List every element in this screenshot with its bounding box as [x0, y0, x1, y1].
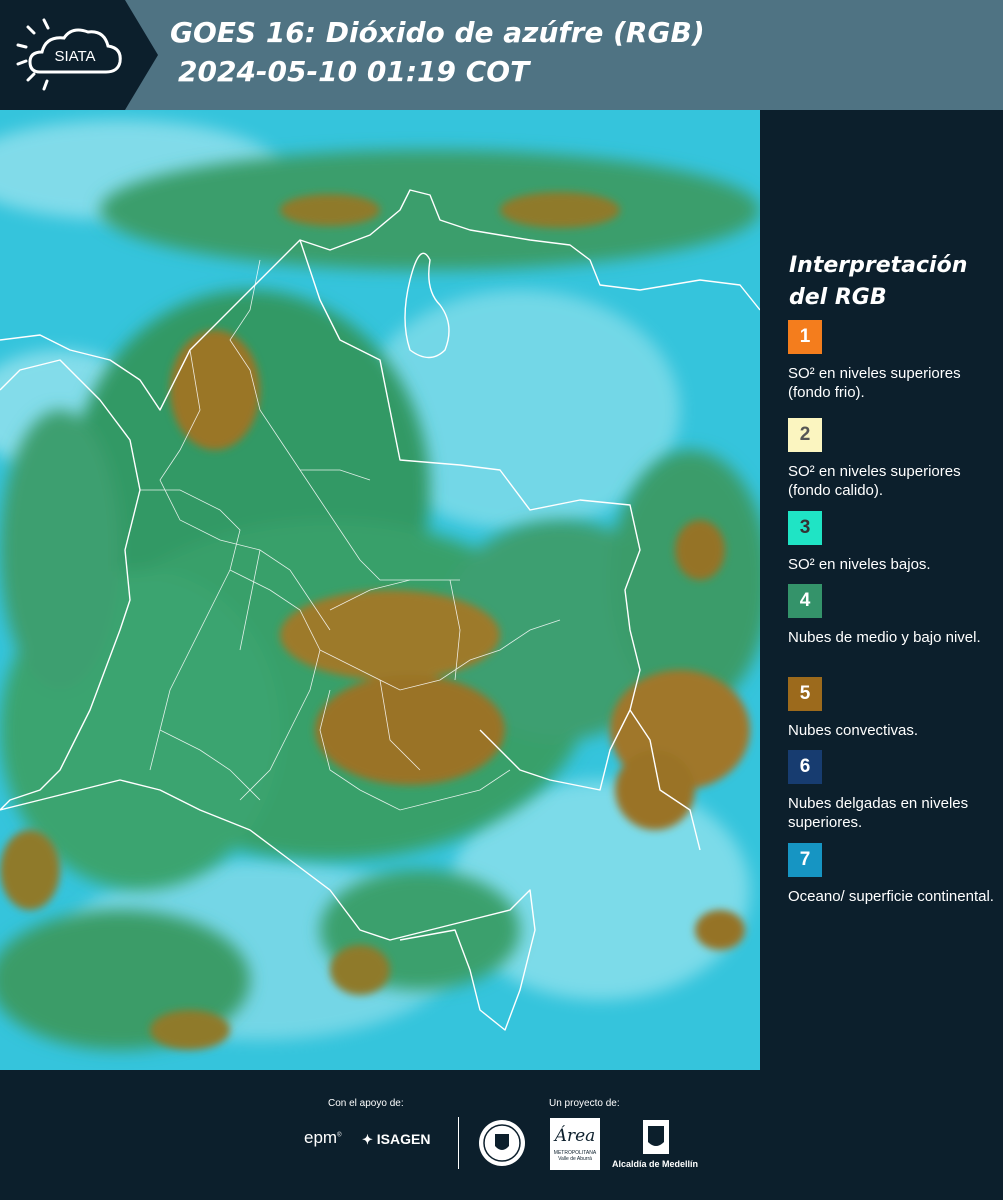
legend-text-4: Nubes de medio y bajo nivel.: [788, 629, 981, 646]
legend-swatch-3: 3: [788, 511, 822, 545]
epm-logo[interactable]: epm®: [304, 1128, 342, 1148]
satellite-map[interactable]: [0, 110, 760, 1070]
legend-title: Interpretación del RGB: [789, 253, 968, 310]
siata-logo[interactable]: SIATA: [0, 0, 158, 110]
legend-swatch-6: 6: [788, 750, 822, 784]
project-label: Un proyecto de:: [549, 1098, 620, 1109]
epm-logo-text: epm: [304, 1128, 338, 1147]
legend-text-1: SO² en niveles superiores (fondo frio).: [788, 365, 961, 401]
legend-text-2: SO² en niveles superiores (fondo calido)…: [788, 463, 961, 499]
legend-item-3: 3 SO² en niveles bajos.: [788, 511, 998, 574]
area-logo-subtext2: Valle de Aburrá: [558, 1156, 592, 1162]
footer: Con el apoyo de: Un proyecto de: epm® ✦ …: [0, 1070, 1003, 1200]
legend-text-5: Nubes convectivas.: [788, 722, 919, 739]
header: SIATA GOES 16: Dióxido de azúfre (RGB) 2…: [0, 0, 1003, 110]
isagen-icon: ✦: [362, 1132, 373, 1147]
legend-text-6: Nubes delgadas en niveles superiores.: [788, 795, 969, 831]
legend-item-5: 5 Nubes convectivas.: [788, 677, 998, 740]
page-timestamp: 2024-05-10 01:19 COT: [178, 55, 530, 88]
legend-text-3: SO² en niveles bajos.: [788, 556, 931, 573]
legend-swatch-1: 1: [788, 320, 822, 354]
support-label: Con el apoyo de:: [328, 1098, 404, 1109]
legend-text-7: Oceano/ superficie continental.: [788, 888, 994, 905]
medellin-seal-icon[interactable]: [477, 1118, 527, 1173]
isagen-logo-text: ISAGEN: [376, 1131, 431, 1147]
area-logo-text: Área: [554, 1126, 596, 1146]
alcaldia-label: Alcaldía de Medellín: [612, 1159, 699, 1169]
isagen-logo[interactable]: ✦ ISAGEN: [362, 1131, 430, 1148]
page-title: GOES 16: Dióxido de azúfre (RGB): [170, 16, 705, 49]
legend-swatch-2: 2: [788, 418, 822, 452]
legend-panel: Interpretación del RGB 1 SO² en niveles …: [760, 110, 1003, 1070]
area-metropolitana-logo[interactable]: Área METROPOLITANA Valle de Aburrá: [550, 1118, 600, 1170]
legend-item-6: 6 Nubes delgadas en niveles superiores.: [788, 750, 998, 832]
alcaldia-crest-icon[interactable]: [641, 1118, 671, 1161]
footer-divider: [458, 1117, 459, 1169]
legend-item-1: 1 SO² en niveles superiores (fondo frio)…: [788, 320, 998, 402]
legend-item-4: 4 Nubes de medio y bajo nivel.: [788, 584, 998, 647]
legend-item-2: 2 SO² en niveles superiores (fondo calid…: [788, 418, 998, 500]
legend-swatch-5: 5: [788, 677, 822, 711]
legend-item-7: 7 Oceano/ superficie continental.: [788, 843, 998, 906]
legend-swatch-7: 7: [788, 843, 822, 877]
legend-swatch-4: 4: [788, 584, 822, 618]
logo-text: SIATA: [54, 48, 95, 65]
